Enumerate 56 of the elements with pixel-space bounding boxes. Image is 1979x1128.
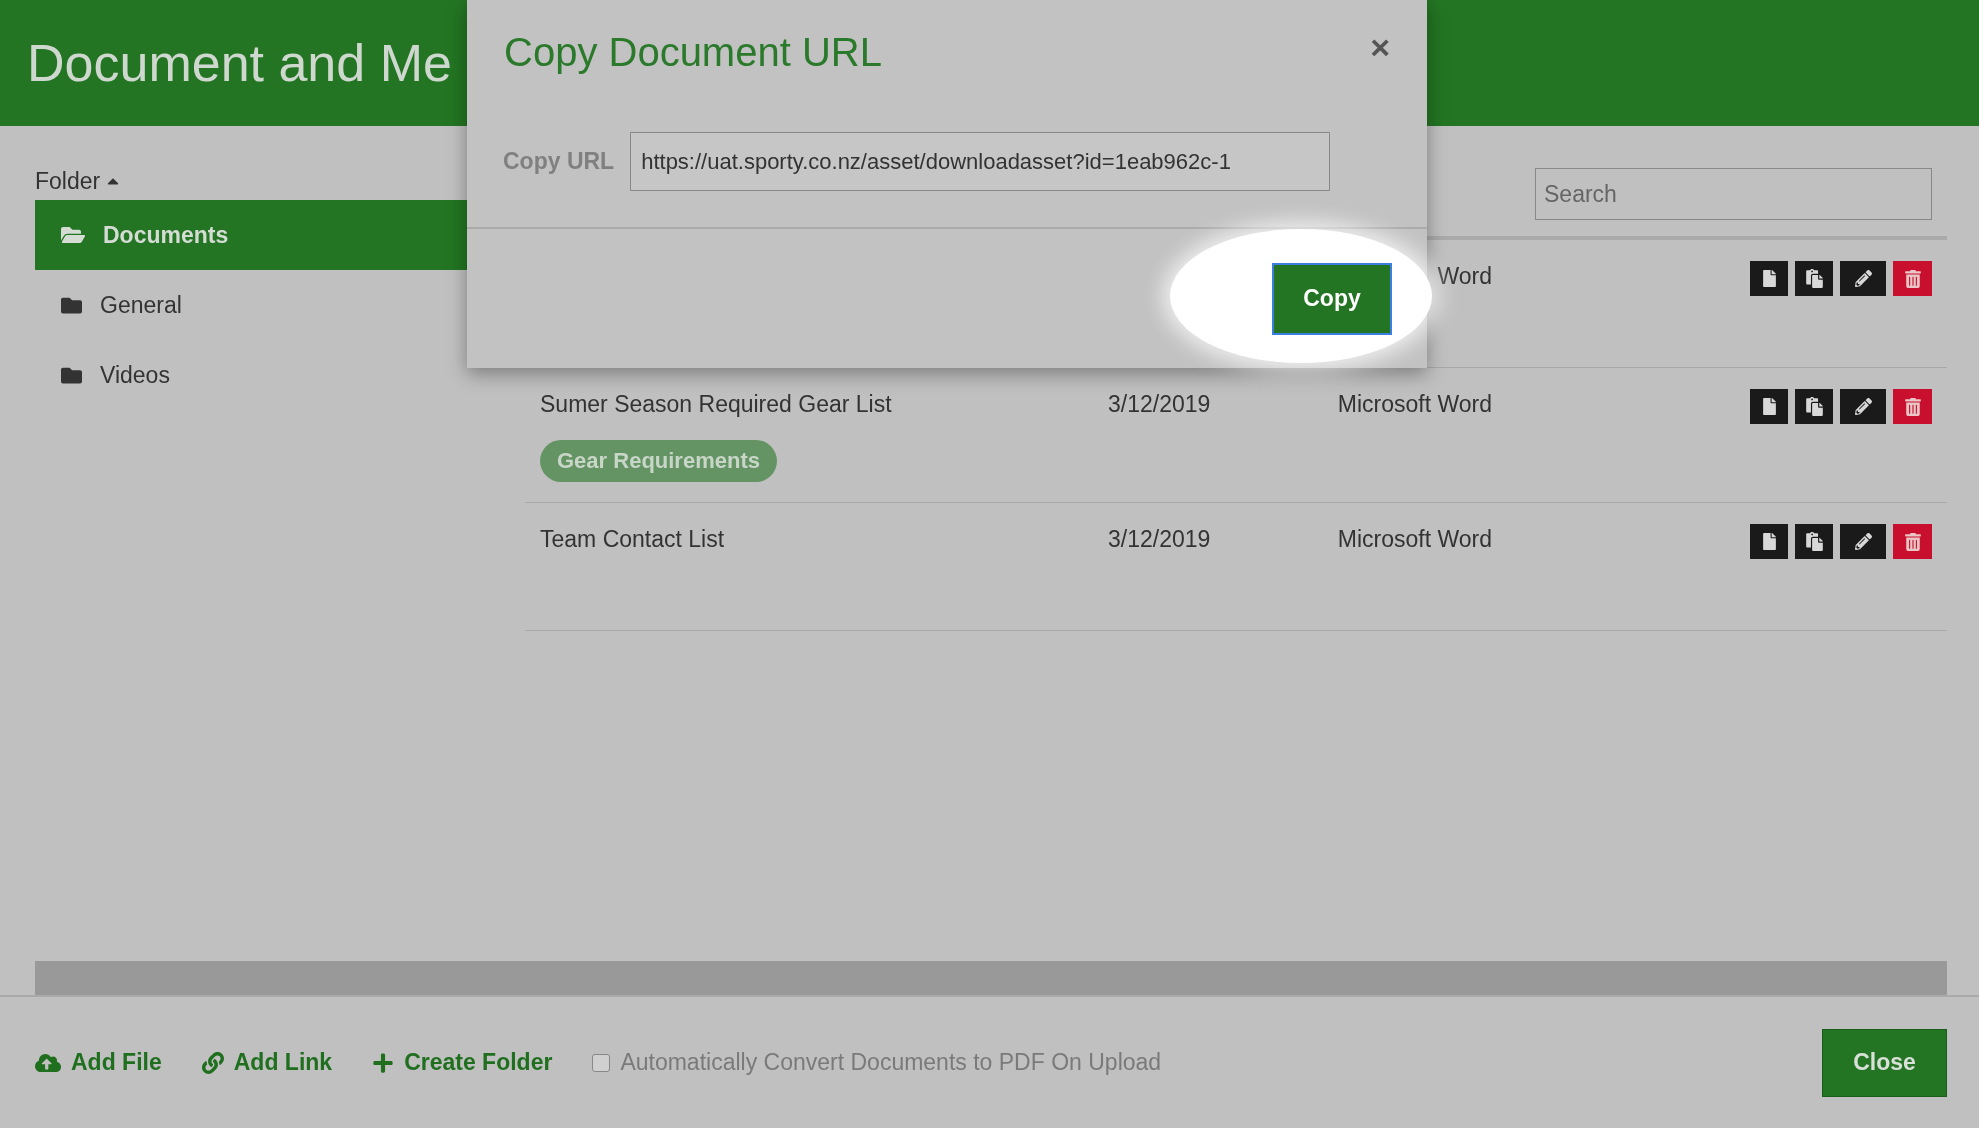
document-button[interactable] <box>1750 524 1788 559</box>
document-button[interactable] <box>1750 389 1788 424</box>
folder-item[interactable]: General <box>35 270 490 340</box>
clipboard-icon <box>1804 397 1824 416</box>
close-button[interactable]: Close <box>1822 1028 1947 1097</box>
date-cell-text: 3/12/2019 <box>1108 390 1212 419</box>
type-cell-text: Microsoft Word <box>1336 525 1492 554</box>
footer-link[interactable]: Create Folder <box>372 1049 553 1076</box>
document-name[interactable]: Sumer Season Required Gear List <box>540 389 1108 419</box>
url-field[interactable]: https://uat.sporty.co.nz/asset/downloadasset?id=1eab962c-1 <box>630 132 1331 191</box>
trash-icon <box>1903 532 1922 551</box>
document-button[interactable] <box>1750 261 1788 296</box>
link-icon <box>201 1051 224 1074</box>
dialog-title: Copy Document URL <box>504 30 882 75</box>
pencil-icon <box>1854 270 1872 287</box>
date-cell-text: 3/12/2019 <box>1108 525 1212 554</box>
document-icon <box>1760 398 1778 415</box>
trash-icon <box>1903 397 1922 416</box>
edit-button[interactable] <box>1840 524 1886 559</box>
edit-button[interactable] <box>1840 389 1886 424</box>
type-cell-text: Word <box>1436 262 1492 291</box>
copy-button[interactable]: Copy <box>1272 262 1392 335</box>
search-field[interactable]: Search <box>1535 168 1932 220</box>
link-label: Create Folder <box>404 1049 553 1076</box>
scrollbar[interactable] <box>35 961 1947 995</box>
delete-button[interactable] <box>1893 389 1932 424</box>
document-name[interactable]: Team Contact List <box>540 524 1108 554</box>
clipboard-icon <box>1804 532 1824 551</box>
delete-button[interactable] <box>1893 524 1932 559</box>
clipboard-icon <box>1804 269 1824 288</box>
edit-button[interactable] <box>1840 261 1886 296</box>
checkbox-label: Automatically Convert Documents to PDF On Upload <box>620 1049 1162 1076</box>
folder-sort-header[interactable]: Folder <box>35 167 101 195</box>
delete-button[interactable] <box>1893 261 1932 296</box>
field-label: Copy URL <box>503 148 615 175</box>
document-icon <box>1760 533 1778 550</box>
link-label: Add File <box>71 1049 162 1076</box>
clipboard-button[interactable] <box>1795 389 1833 424</box>
folder-label: Documents <box>103 221 229 249</box>
clipboard-button[interactable] <box>1795 261 1833 296</box>
folder-label: Videos <box>100 361 170 389</box>
page-title: Document and Me <box>27 33 452 93</box>
pencil-icon <box>1854 533 1872 550</box>
document-icon <box>1760 270 1778 287</box>
link-label: Add Link <box>233 1049 333 1076</box>
checkbox[interactable] <box>592 1053 611 1072</box>
clipboard-button[interactable] <box>1795 524 1833 559</box>
footer-link[interactable]: Add File <box>35 1049 162 1076</box>
type-cell-text: Microsoft Word <box>1336 390 1492 419</box>
footer-link[interactable]: Add Link <box>201 1049 333 1076</box>
folder-label: General <box>100 291 182 319</box>
tag: Gear Requirements <box>540 440 777 482</box>
plus-icon <box>372 1051 395 1074</box>
folder-item[interactable]: Videos <box>35 340 490 410</box>
trash-icon <box>1903 269 1922 288</box>
pencil-icon <box>1854 398 1872 415</box>
